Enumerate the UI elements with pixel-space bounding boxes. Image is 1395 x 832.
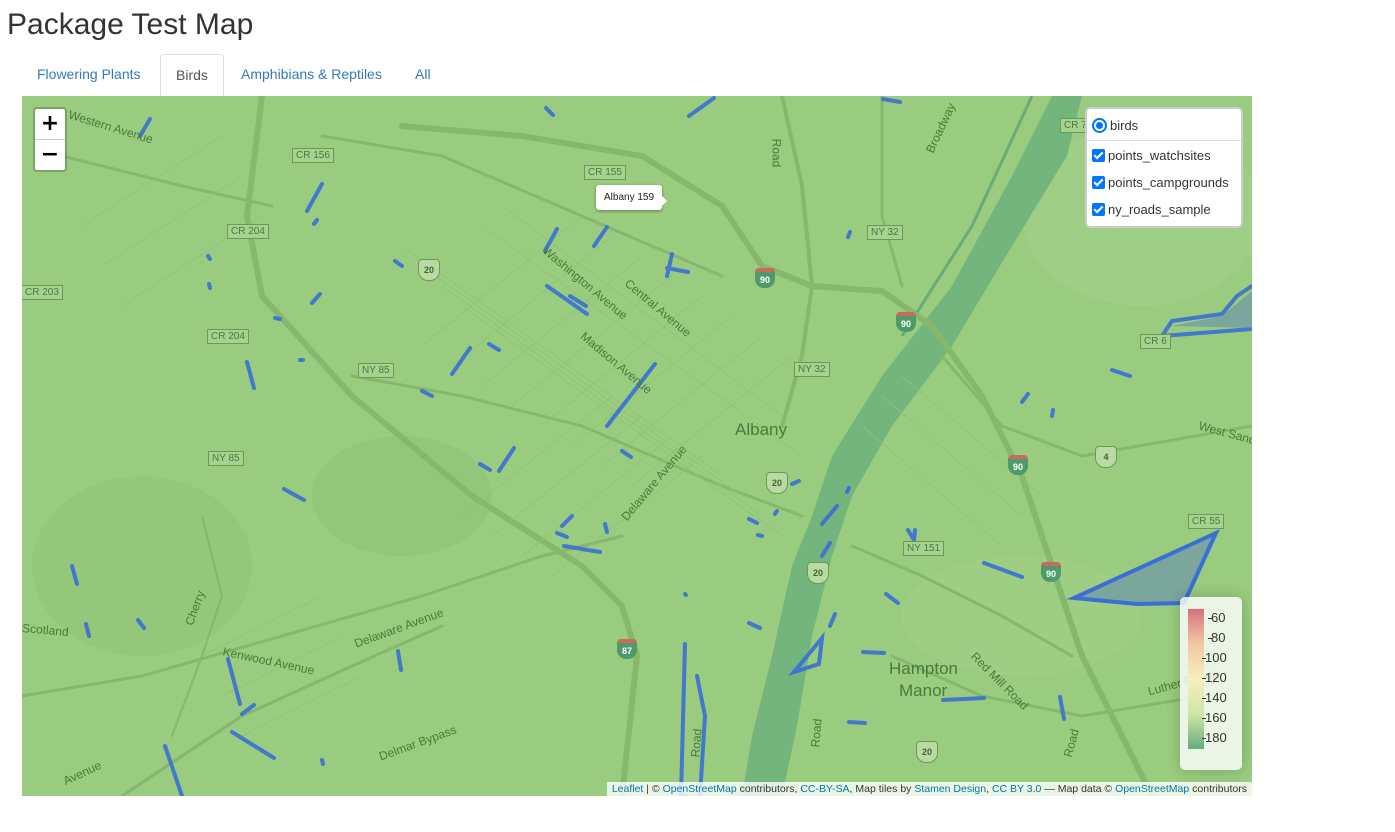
interstate-shield: 90 bbox=[896, 312, 916, 332]
road-shield: CR 203 bbox=[22, 285, 63, 300]
city-label: Albany bbox=[735, 420, 787, 439]
map-container[interactable]: CR 156 CR 155 CR 204 CR 203 CR 204 NY 85… bbox=[22, 96, 1252, 796]
road-shield: CR 156 bbox=[292, 148, 334, 163]
tab-flowering-plants[interactable]: Flowering Plants bbox=[22, 54, 156, 95]
street-label: Road bbox=[769, 138, 784, 168]
cc-by-sa-link[interactable]: CC-BY-SA bbox=[800, 783, 849, 795]
zoom-in-button[interactable]: + bbox=[35, 109, 65, 139]
interstate-shield: 90 bbox=[755, 268, 775, 288]
legend-tick: 120 bbox=[1202, 670, 1227, 685]
cc-by-link[interactable]: CC BY 3.0 bbox=[992, 783, 1041, 795]
road-shield: CR 6 bbox=[1140, 334, 1171, 349]
street-label: Road bbox=[688, 728, 705, 758]
osm-link[interactable]: OpenStreetMap bbox=[663, 783, 737, 795]
feature-tooltip: Albany 159 bbox=[596, 185, 668, 210]
interstate-shield: 87 bbox=[617, 639, 637, 659]
legend-tick: 140 bbox=[1202, 690, 1227, 705]
interstate-shield: 90 bbox=[1041, 562, 1061, 582]
checkbox-icon[interactable] bbox=[1092, 149, 1105, 162]
interstate-shield: 90 bbox=[1008, 455, 1028, 475]
attribution-text: contributors, bbox=[736, 783, 801, 795]
attribution-text: — Map data © bbox=[1041, 783, 1116, 795]
road-shield: NY 32 bbox=[794, 362, 830, 377]
legend-tick: 160 bbox=[1202, 710, 1227, 725]
tab-bar: Flowering Plants Birds Amphibians & Rept… bbox=[22, 54, 1252, 97]
osm-data-link[interactable]: OpenStreetMap bbox=[1115, 783, 1189, 795]
us-route-shield: 20 bbox=[418, 259, 440, 281]
base-layer-label: birds bbox=[1110, 118, 1139, 133]
radio-icon[interactable] bbox=[1092, 118, 1107, 133]
overlay-label: points_campgrounds bbox=[1108, 175, 1229, 190]
legend-tick: 100 bbox=[1202, 650, 1227, 665]
road-shield: CR 55 bbox=[1188, 514, 1225, 529]
base-layer-birds[interactable]: birds bbox=[1087, 115, 1241, 136]
overlay-label: points_watchsites bbox=[1108, 148, 1211, 163]
checkbox-icon[interactable] bbox=[1092, 176, 1105, 189]
tab-all[interactable]: All bbox=[400, 54, 446, 95]
legend-tick: 180 bbox=[1202, 730, 1227, 745]
place-label: Hampton bbox=[889, 659, 958, 678]
zoom-control: + − bbox=[33, 107, 67, 172]
overlay-ny-roads-sample[interactable]: ny_roads_sample bbox=[1087, 199, 1241, 220]
road-shield: CR 204 bbox=[227, 224, 269, 239]
attribution-text: contributors bbox=[1189, 783, 1247, 795]
legend-tick: 60 bbox=[1207, 610, 1226, 625]
layer-control: birds points_watchsites points_campgroun… bbox=[1085, 107, 1243, 228]
layer-separator bbox=[1087, 140, 1241, 141]
overlay-points-campgrounds[interactable]: points_campgrounds bbox=[1087, 172, 1241, 193]
us-route-shield: 20 bbox=[916, 741, 938, 763]
leaflet-link[interactable]: Leaflet bbox=[612, 783, 644, 795]
legend-color-bar bbox=[1188, 609, 1204, 749]
road-shield: NY 85 bbox=[358, 363, 394, 378]
zoom-out-button[interactable]: − bbox=[35, 139, 65, 170]
attribution-text: , Map tiles by bbox=[849, 783, 915, 795]
legend-tick: 80 bbox=[1207, 630, 1226, 645]
place-label: Manor bbox=[899, 681, 948, 700]
overlay-points-watchsites[interactable]: points_watchsites bbox=[1087, 145, 1241, 166]
tab-amphibians-reptiles[interactable]: Amphibians & Reptiles bbox=[226, 54, 397, 95]
us-route-shield: 4 bbox=[1095, 446, 1117, 468]
checkbox-icon[interactable] bbox=[1092, 203, 1105, 216]
street-label: Road bbox=[808, 718, 825, 748]
road-shield: NY 151 bbox=[903, 541, 945, 556]
road-shield: CR 155 bbox=[584, 165, 626, 180]
road-shield: NY 32 bbox=[867, 225, 903, 240]
road-shield: NY 85 bbox=[208, 451, 244, 466]
color-legend: 60 80 100 120 140 160 180 bbox=[1180, 597, 1242, 770]
tab-birds[interactable]: Birds bbox=[160, 54, 224, 97]
us-route-shield: 20 bbox=[807, 562, 829, 584]
road-shield: CR 204 bbox=[207, 329, 249, 344]
map-attribution: Leaflet | © OpenStreetMap contributors , … bbox=[606, 782, 1252, 796]
attribution-text: | © bbox=[643, 783, 663, 795]
stamen-link[interactable]: Stamen Design bbox=[914, 783, 986, 795]
us-route-shield: 20 bbox=[766, 472, 788, 494]
page-title: Package Test Map bbox=[7, 8, 254, 41]
overlay-label: ny_roads_sample bbox=[1108, 202, 1211, 217]
